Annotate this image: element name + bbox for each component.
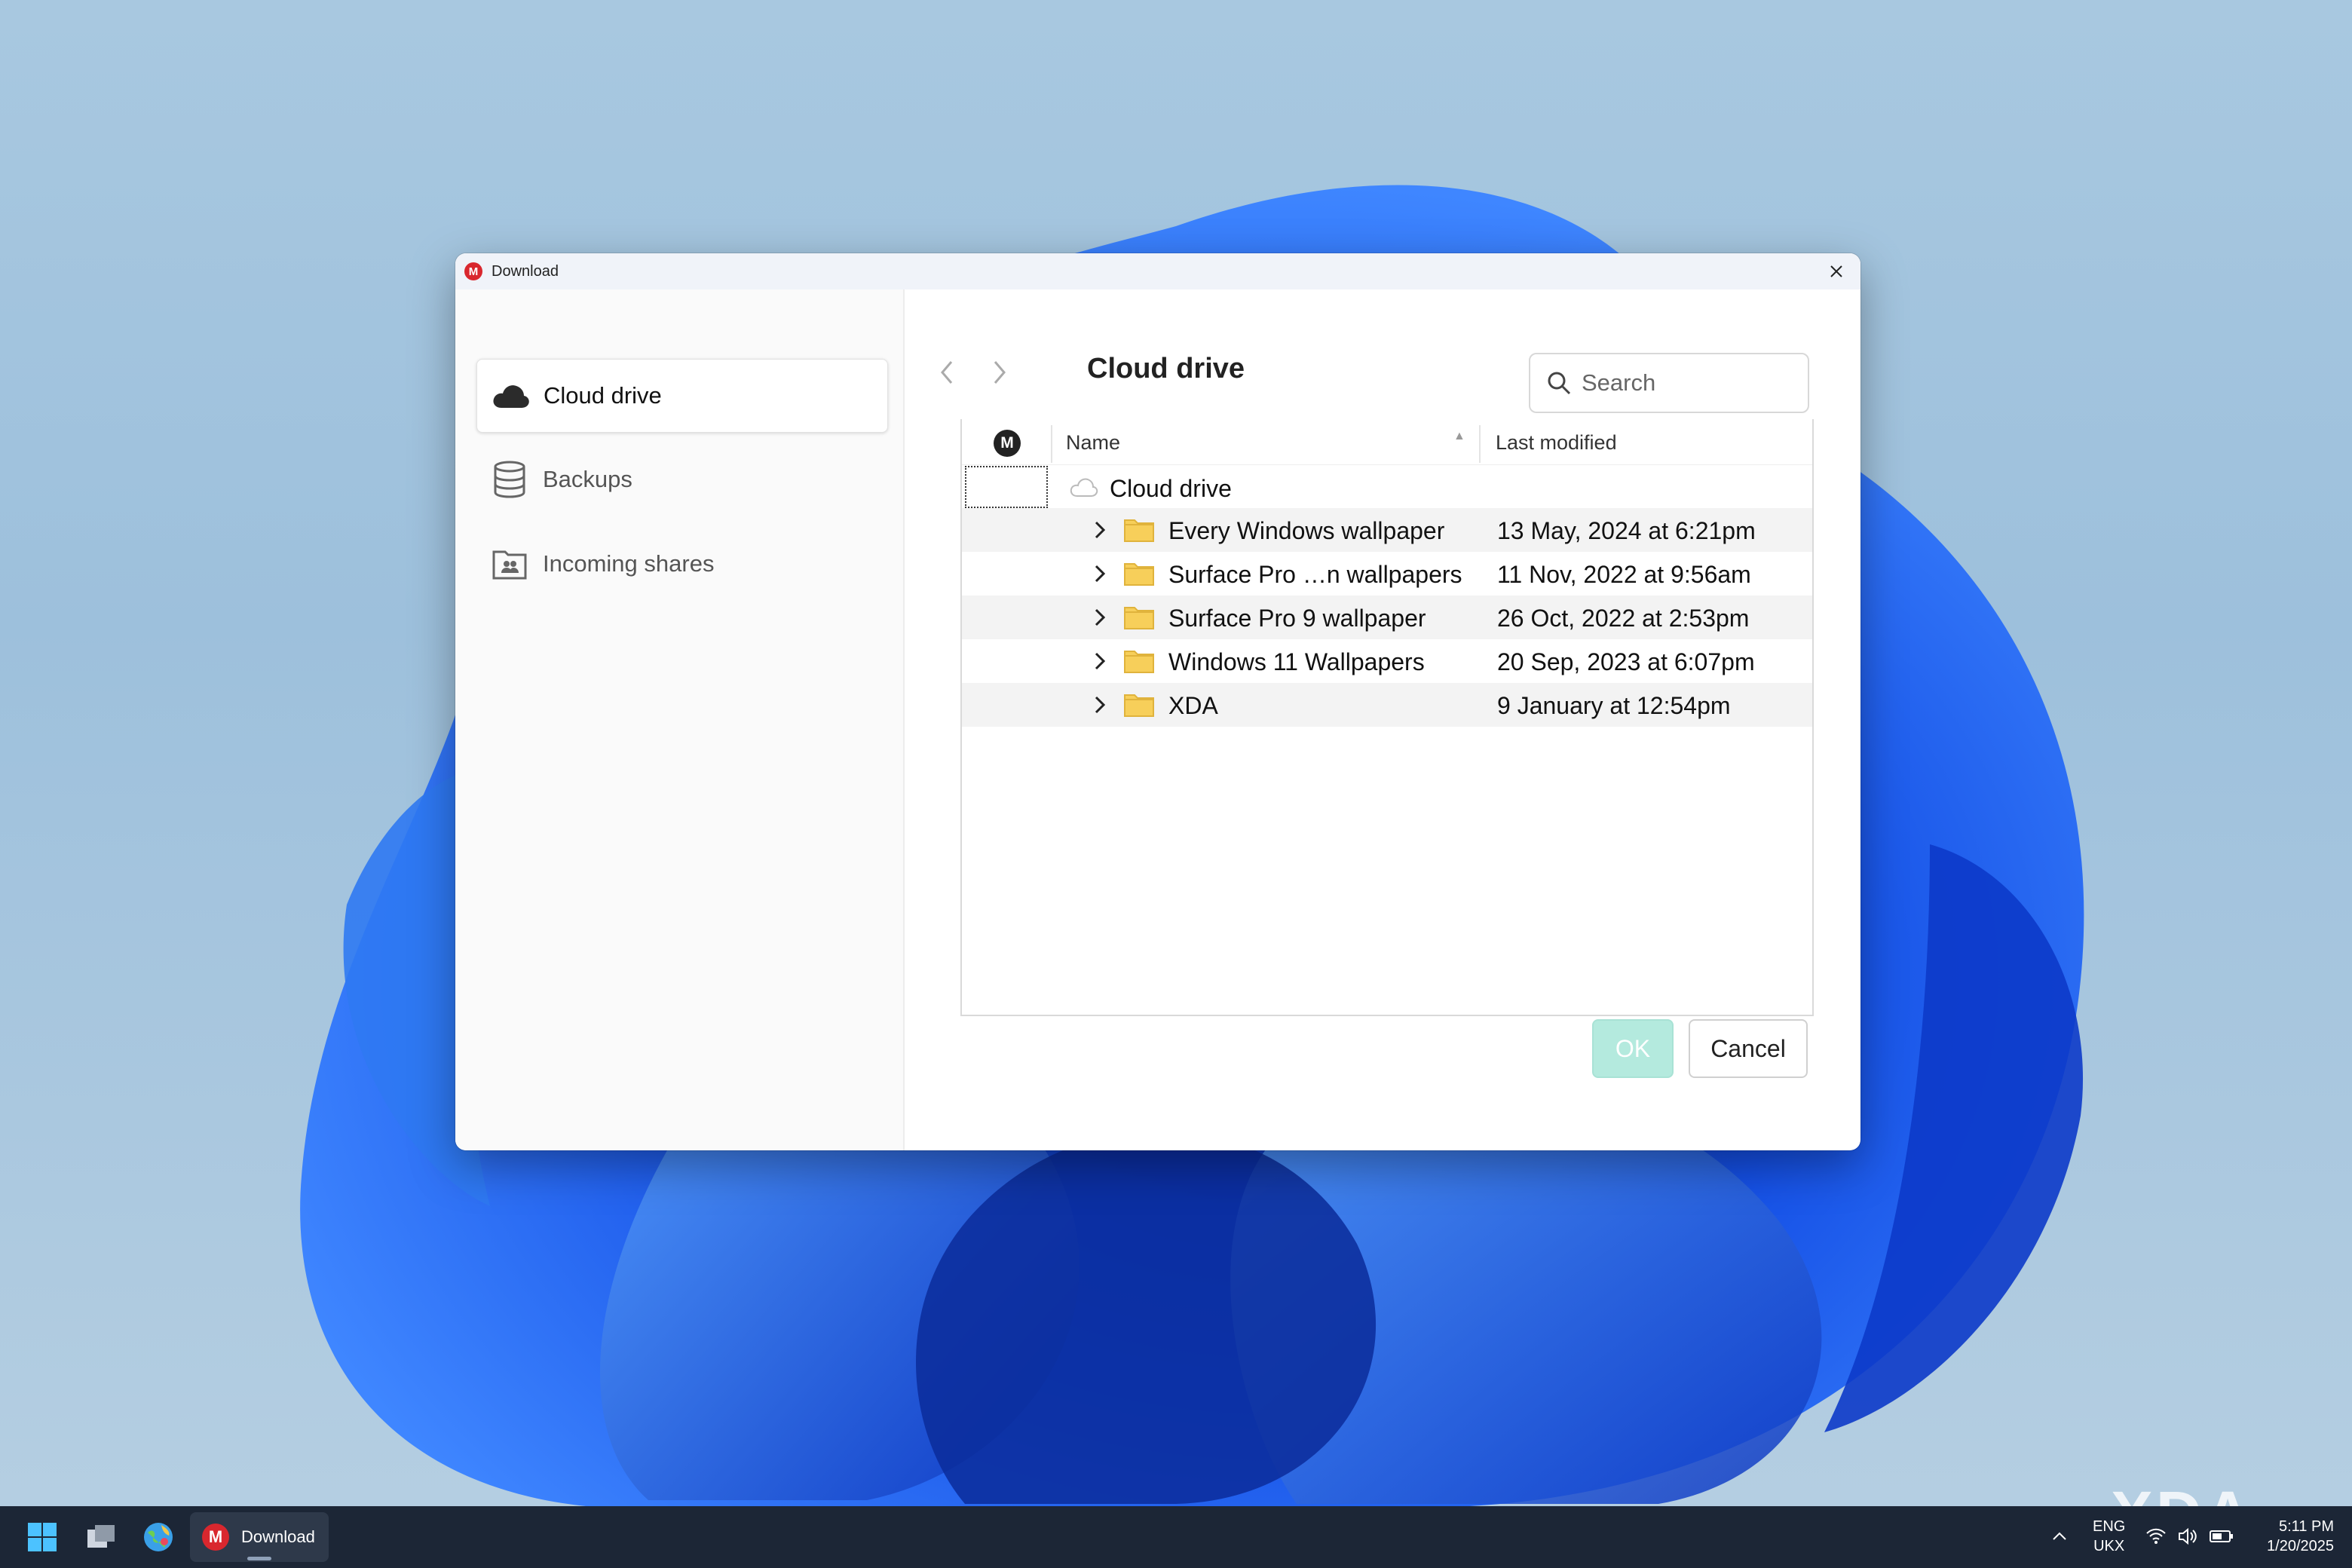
close-button[interactable] <box>1824 259 1848 283</box>
cloud-icon <box>491 376 530 415</box>
shared-folder-icon <box>490 544 529 583</box>
column-header-last-modified[interactable]: Last modified <box>1496 431 1617 455</box>
taskbar-app-download[interactable]: M Download <box>190 1512 329 1562</box>
start-button[interactable] <box>23 1517 62 1557</box>
search-input[interactable] <box>1580 369 1802 397</box>
folder-row[interactable]: Surface Pro …n wallpapers 11 Nov, 2022 a… <box>962 552 1812 596</box>
clock[interactable]: 5:11 PM 1/20/2025 <box>2246 1517 2334 1556</box>
expand-chevron-icon[interactable] <box>1089 562 1111 585</box>
clock-time: 5:11 PM <box>2279 1518 2334 1535</box>
battery-icon <box>2210 1530 2233 1542</box>
folder-icon <box>1123 647 1155 678</box>
folder-icon <box>1123 603 1155 634</box>
taskbar: M Download ENG UKX 5:11 PM 1/20/2025 <box>0 1506 2352 1568</box>
close-icon <box>1830 265 1842 277</box>
clock-date: 1/20/2025 <box>2267 1538 2334 1554</box>
folder-icon <box>1123 516 1155 547</box>
sidebar-item-label: Cloud drive <box>544 382 662 409</box>
folder-row[interactable]: Windows 11 Wallpapers 20 Sep, 2023 at 6:… <box>962 639 1812 683</box>
search-icon <box>1544 368 1574 398</box>
folder-modified: 13 May, 2024 at 6:21pm <box>1497 517 1756 544</box>
chevron-right-icon <box>994 361 1006 384</box>
folder-row[interactable]: Surface Pro 9 wallpaper 26 Oct, 2022 at … <box>962 596 1812 639</box>
mega-logo-icon: M <box>202 1524 229 1551</box>
show-hidden-icons-button[interactable] <box>2047 1524 2072 1548</box>
folder-modified: 11 Nov, 2022 at 9:56am <box>1497 561 1751 588</box>
folder-name: Every Windows wallpaper <box>1168 517 1445 544</box>
folder-name: Windows 11 Wallpapers <box>1168 648 1425 675</box>
folder-name: XDA <box>1168 692 1218 719</box>
taskbar-app-label: Download <box>241 1527 315 1546</box>
chevron-up-icon <box>2053 1532 2066 1540</box>
volume-icon <box>2179 1527 2197 1545</box>
sort-ascending-icon: ▲ <box>1453 430 1465 443</box>
breadcrumb: Cloud drive <box>1087 353 1245 384</box>
expand-chevron-icon[interactable] <box>1089 606 1111 629</box>
focus-indicator <box>965 466 1048 508</box>
keyboard-layout: UKX <box>2093 1538 2125 1554</box>
chevron-left-icon <box>941 361 953 384</box>
expand-chevron-icon[interactable] <box>1089 650 1111 672</box>
folder-icon <box>1123 559 1155 590</box>
expand-chevron-icon[interactable] <box>1089 694 1111 716</box>
sidebar-item-backups[interactable]: Backups <box>476 443 887 516</box>
ok-button[interactable]: OK <box>1592 1019 1674 1078</box>
folder-modified: 26 Oct, 2022 at 2:53pm <box>1497 605 1750 632</box>
column-header-name[interactable]: Name <box>1066 431 1120 455</box>
database-icon <box>490 460 529 499</box>
sidebar-item-label: Incoming shares <box>543 550 715 577</box>
column-divider <box>1051 425 1052 463</box>
folder-row[interactable]: Every Windows wallpaper 13 May, 2024 at … <box>962 508 1812 552</box>
wifi-icon <box>2146 1528 2166 1544</box>
column-divider <box>1479 425 1481 463</box>
sidebar: Cloud drive Backups Incoming shares <box>455 289 905 1150</box>
task-view-button[interactable] <box>81 1517 121 1557</box>
mega-account-icon: M <box>994 430 1021 457</box>
language-indicator[interactable]: ENG UKX <box>2093 1517 2125 1556</box>
back-button[interactable] <box>932 350 962 395</box>
folder-icon <box>1123 691 1155 721</box>
browser-button[interactable] <box>139 1517 178 1557</box>
task-view-icon <box>87 1525 115 1548</box>
folder-name: Surface Pro 9 wallpaper <box>1168 605 1426 632</box>
sidebar-item-cloud-drive[interactable]: Cloud drive <box>476 359 888 433</box>
window-title: Download <box>492 262 559 280</box>
sidebar-item-label: Backups <box>543 466 632 492</box>
language-code: ENG <box>2093 1518 2126 1535</box>
folder-row[interactable]: XDA 9 January at 12:54pm <box>962 683 1812 727</box>
expand-chevron-icon[interactable] <box>1089 519 1111 541</box>
cancel-button[interactable]: Cancel <box>1689 1019 1808 1078</box>
globe-app-icon <box>144 1523 173 1551</box>
folder-modified: 20 Sep, 2023 at 6:07pm <box>1497 648 1755 675</box>
tree-root-label: Cloud drive <box>1110 475 1232 502</box>
windows-logo-icon <box>28 1523 57 1551</box>
sidebar-item-incoming-shares[interactable]: Incoming shares <box>476 528 887 600</box>
folder-name: Surface Pro …n wallpapers <box>1168 561 1462 588</box>
tree-header: M Name ▲ Last modified <box>962 419 1812 465</box>
folder-modified: 9 January at 12:54pm <box>1497 692 1731 719</box>
forward-button[interactable] <box>985 350 1015 395</box>
download-dialog: M Download Cloud drive Backups Incoming … <box>455 253 1860 1150</box>
cloud-outline-icon <box>1069 475 1099 503</box>
mega-logo-icon: M <box>464 262 482 280</box>
title-bar: M Download <box>455 253 1860 289</box>
tree-root-row[interactable]: Cloud drive <box>962 466 1812 508</box>
system-tray-icons[interactable] <box>2145 1526 2234 1547</box>
active-app-indicator <box>247 1557 271 1560</box>
search-box[interactable] <box>1529 353 1809 413</box>
folder-tree: M Name ▲ Last modified Cloud drive Every… <box>960 419 1814 1016</box>
